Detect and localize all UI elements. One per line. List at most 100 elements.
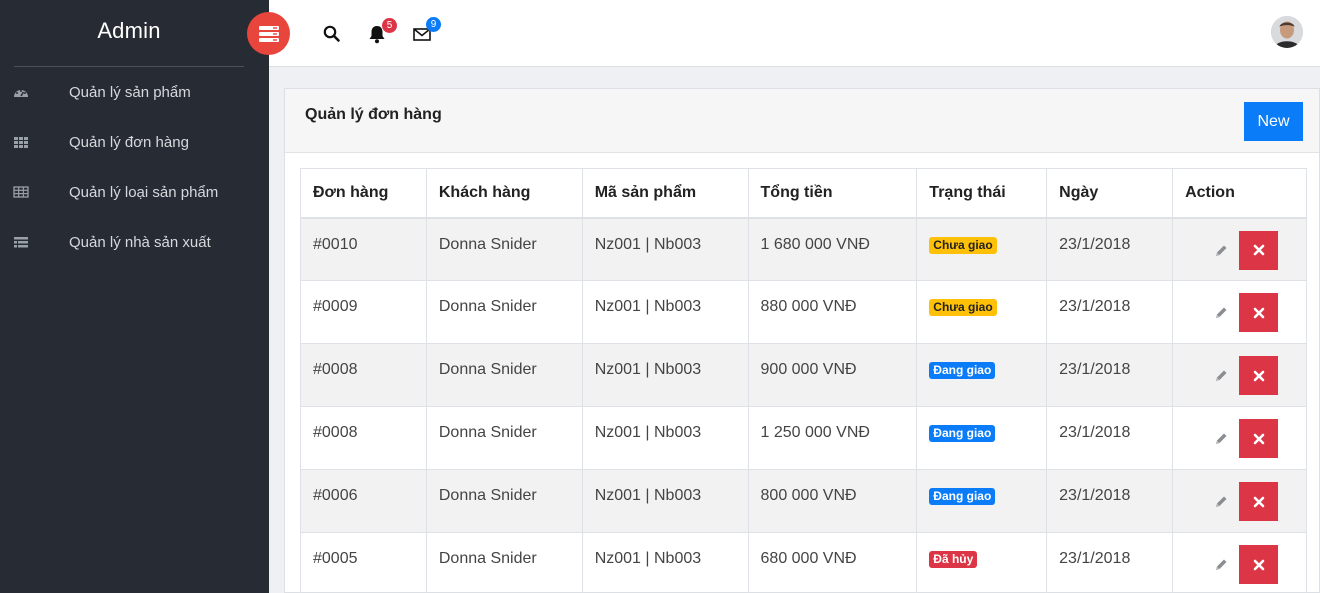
table-icon — [13, 186, 29, 198]
product-code-cell: Nz001 | Nb003 — [581, 343, 749, 407]
column-header-product-code[interactable]: Mã sản phẩm — [581, 168, 749, 219]
customer-cell: Donna Snider — [425, 469, 583, 533]
table-header-row: Đơn hàng Khách hàng Mã sản phẩm Tổng tiề… — [300, 168, 1307, 219]
customer-cell: Donna Snider — [425, 280, 583, 344]
order-id-cell: #0010 — [300, 217, 427, 281]
sidebar-item-categories[interactable]: Quản lý loại sản phẩm — [0, 172, 269, 212]
server-icon — [258, 25, 279, 42]
order-id-cell: #0005 — [300, 532, 427, 593]
action-cell — [1172, 280, 1307, 344]
date-cell: 23/1/2018 — [1046, 532, 1174, 593]
total-cell: 680 000 VNĐ — [747, 532, 918, 593]
sidebar-item-label: Quản lý loại sản phẩm — [69, 183, 219, 201]
action-cell — [1172, 343, 1307, 407]
table-row[interactable]: #0010 Donna Snider Nz001 | Nb003 1 680 000 … — [300, 217, 1307, 281]
customer-cell: Donna Snider — [425, 532, 583, 593]
close-icon — [1253, 370, 1264, 381]
status-cell: Đang giao — [916, 343, 1048, 407]
product-code-cell: Nz001 | Nb003 — [581, 280, 749, 344]
divider — [14, 66, 244, 67]
total-cell: 900 000 VNĐ — [747, 343, 918, 407]
close-icon — [1253, 244, 1264, 256]
status-badge: Chưa giao — [929, 299, 997, 316]
column-header-date[interactable]: Ngày — [1046, 168, 1174, 219]
messages-badge: 9 — [426, 17, 441, 32]
page-title: Quản lý đơn hàng — [305, 106, 442, 123]
column-header-status[interactable]: Trạng thái — [916, 168, 1048, 219]
avatar[interactable] — [1271, 16, 1303, 48]
menu-toggle-button[interactable] — [247, 12, 290, 55]
column-header-customer[interactable]: Khách hàng — [425, 168, 583, 219]
delete-button[interactable] — [1239, 545, 1279, 584]
action-cell — [1172, 469, 1307, 533]
pencil-icon[interactable] — [1213, 557, 1229, 573]
status-cell: Chưa giao — [916, 217, 1048, 281]
sidebar-item-label: Quản lý sản phẩm — [69, 83, 191, 101]
order-id-cell: #0008 — [300, 406, 427, 470]
grid-icon — [14, 137, 28, 148]
total-cell: 1 680 000 VNĐ — [747, 217, 918, 281]
pencil-icon[interactable] — [1213, 243, 1229, 259]
customer-cell: Donna Snider — [425, 406, 583, 470]
close-icon — [1253, 307, 1264, 318]
product-code-cell: Nz001 | Nb003 — [581, 532, 749, 593]
product-code-cell: Nz001 | Nb003 — [581, 217, 749, 281]
date-cell: 23/1/2018 — [1046, 469, 1174, 533]
pencil-icon[interactable] — [1213, 494, 1229, 510]
total-cell: 800 000 VNĐ — [747, 469, 918, 533]
action-cell — [1172, 532, 1307, 593]
brand-title: Admin — [97, 18, 161, 43]
column-header-order[interactable]: Đơn hàng — [300, 168, 427, 219]
status-badge: Đang giao — [929, 488, 996, 505]
sidebar-item-orders[interactable]: Quản lý đơn hàng — [0, 122, 269, 162]
pencil-icon[interactable] — [1213, 431, 1229, 447]
order-id-cell: #0008 — [300, 343, 427, 407]
column-header-action: Action — [1172, 168, 1307, 219]
sidebar-item-label: Quản lý đơn hàng — [69, 133, 189, 151]
product-code-cell: Nz001 | Nb003 — [581, 406, 749, 470]
order-id-cell: #0006 — [300, 469, 427, 533]
status-cell: Đang giao — [916, 406, 1048, 470]
status-badge: Đang giao — [929, 425, 996, 442]
action-cell — [1172, 217, 1307, 281]
date-cell: 23/1/2018 — [1046, 217, 1174, 281]
delete-button[interactable] — [1239, 419, 1279, 458]
table-row[interactable]: #0006 Donna Snider Nz001 | Nb003 800 000 VN… — [300, 469, 1307, 533]
date-cell: 23/1/2018 — [1046, 406, 1174, 470]
table-row[interactable]: #0008 Donna Snider Nz001 | Nb003 1 250 000 … — [300, 406, 1307, 470]
status-cell: Chưa giao — [916, 280, 1048, 344]
sidebar-item-label: Quản lý nhà sản xuất — [69, 233, 211, 251]
status-cell: Đang giao — [916, 469, 1048, 533]
search-icon[interactable] — [322, 24, 342, 44]
status-badge: Đã hủy — [929, 551, 978, 568]
orders-table: Đơn hàng Khách hàng Mã sản phẩm Tổng tiề… — [300, 168, 1307, 593]
date-cell: 23/1/2018 — [1046, 343, 1174, 407]
delete-button[interactable] — [1239, 356, 1279, 395]
card-header: Quản lý đơn hàng New — [285, 89, 1319, 153]
new-order-button[interactable]: New — [1244, 102, 1303, 141]
table-row[interactable]: #0009 Donna Snider Nz001 | Nb003 880 000 VN… — [300, 280, 1307, 344]
sidebar-item-products[interactable]: Quản lý sản phẩm — [0, 72, 269, 112]
list-icon — [14, 237, 28, 248]
delete-button[interactable] — [1239, 482, 1279, 521]
customer-cell: Donna Snider — [425, 343, 583, 407]
status-cell: Đã hủy — [916, 532, 1048, 593]
sidebar-item-manufacturers[interactable]: Quản lý nhà sản xuất — [0, 222, 269, 262]
action-cell — [1172, 406, 1307, 470]
table-row[interactable]: #0008 Donna Snider Nz001 | Nb003 900 000 VN… — [300, 343, 1307, 407]
order-id-cell: #0009 — [300, 280, 427, 344]
pencil-icon[interactable] — [1213, 368, 1229, 384]
column-header-total[interactable]: Tổng tiền — [747, 168, 918, 219]
status-badge: Chưa giao — [929, 236, 997, 254]
delete-button[interactable] — [1239, 230, 1279, 270]
pencil-icon[interactable] — [1213, 305, 1229, 321]
table-row[interactable]: #0005 Donna Snider Nz001 | Nb003 680 000 VN… — [300, 532, 1307, 593]
status-badge: Đang giao — [929, 362, 996, 379]
delete-button[interactable] — [1239, 293, 1279, 332]
sidebar: Admin Quản lý sản phẩm Quản lý đơn hàng — [0, 0, 269, 593]
total-cell: 880 000 VNĐ — [747, 280, 918, 344]
user-avatar-icon — [1271, 16, 1303, 48]
product-code-cell: Nz001 | Nb003 — [581, 469, 749, 533]
total-cell: 1 250 000 VNĐ — [747, 406, 918, 470]
dashboard-icon — [14, 90, 28, 97]
